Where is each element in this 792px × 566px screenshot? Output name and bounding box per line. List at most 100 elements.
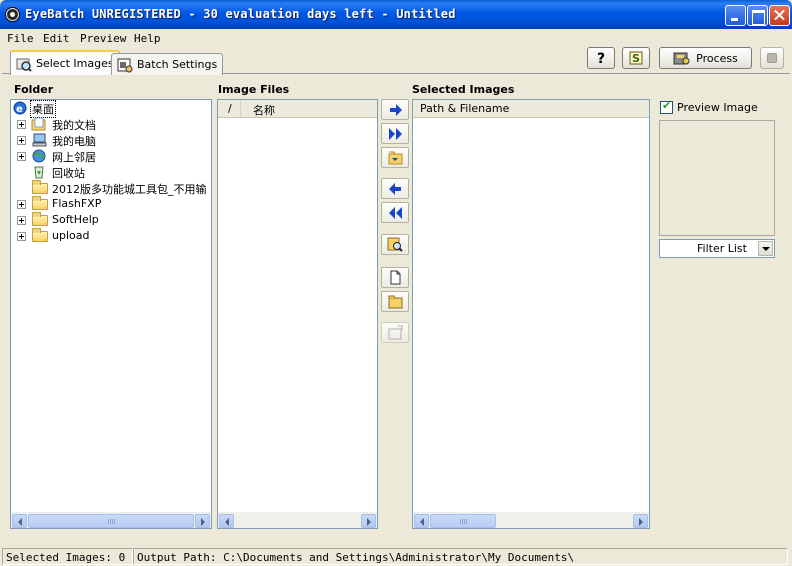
process-button[interactable]: Process — [659, 47, 752, 69]
scroll-thumb[interactable] — [430, 514, 496, 528]
folder-icon — [32, 180, 48, 194]
question-mark-icon: ? — [597, 51, 605, 66]
my-documents-icon — [31, 117, 46, 131]
tree-label-recycle-bin: 回收站 — [52, 167, 85, 180]
new-list-button[interactable] — [381, 267, 409, 288]
expand-icon[interactable] — [17, 120, 26, 129]
scroll-right-arrow-icon[interactable] — [633, 514, 648, 528]
scroll-left-arrow-icon[interactable] — [219, 514, 234, 528]
help-button[interactable]: ? — [587, 47, 615, 69]
tree-label-my-documents: 我的文档 — [52, 119, 96, 132]
tab-select-images[interactable]: Select Images — [10, 50, 120, 75]
svg-text:S: S — [632, 52, 640, 65]
scroll-left-arrow-icon[interactable] — [12, 514, 27, 528]
tree-label-flashfxp: FlashFXP — [52, 197, 102, 210]
tab-batch-settings[interactable]: Batch Settings — [111, 53, 224, 75]
app-eye-icon[interactable] — [5, 7, 20, 22]
batch-settings-icon — [117, 58, 133, 72]
folder-icon — [32, 228, 48, 242]
menu-help[interactable]: Help — [134, 32, 161, 45]
tree-item-my-documents[interactable]: 我的文档 — [11, 116, 211, 132]
close-button[interactable] — [769, 5, 790, 26]
add-all-button[interactable] — [381, 123, 409, 144]
expand-icon[interactable] — [17, 136, 26, 145]
menu-bar: File Edit Preview Help — [0, 29, 792, 47]
tree-label-toolkit-folder: 2012版多功能城工具包_不用输 — [52, 183, 207, 196]
tree-item-desktop[interactable]: e 桌面 — [11, 100, 211, 118]
tree-item-network[interactable]: 网上邻居 — [11, 148, 211, 164]
selected-images-header: Selected Images — [412, 83, 515, 96]
name-column[interactable]: 名称 — [253, 102, 275, 118]
process-icon — [673, 52, 690, 65]
tab-select-images-label: Select Images — [36, 57, 114, 70]
expand-icon[interactable] — [17, 152, 26, 161]
selected-images-list[interactable]: Path & Filename — [412, 99, 650, 529]
chevron-down-icon[interactable] — [758, 241, 773, 256]
tree-item-softhelp[interactable]: SoftHelp — [11, 212, 211, 228]
add-folder-button[interactable] — [381, 147, 409, 168]
output-path: Output Path: C:\Documents and Settings\A… — [133, 548, 788, 565]
menu-preview[interactable]: Preview — [80, 32, 126, 45]
tab-batch-settings-label: Batch Settings — [137, 58, 218, 71]
minimize-button[interactable] — [725, 5, 746, 26]
stop-button[interactable] — [760, 47, 784, 69]
status-bar: Selected Images: 0 Output Path: C:\Docum… — [0, 547, 792, 566]
tree-item-flashfxp[interactable]: FlashFXP — [11, 196, 211, 212]
preview-image-checkbox[interactable] — [660, 99, 673, 114]
folder-icon — [32, 196, 48, 210]
remove-all-button[interactable] — [381, 202, 409, 223]
expand-icon[interactable] — [17, 216, 26, 225]
image-files-header: Image Files — [218, 83, 290, 96]
maximize-button[interactable] — [747, 5, 768, 26]
tree-item-toolkit-folder[interactable]: 2012版多功能城工具包_不用输 — [11, 180, 211, 196]
add-selected-button[interactable] — [381, 99, 409, 120]
tree-item-recycle-bin[interactable]: 回收站 — [11, 164, 211, 180]
process-label: Process — [696, 51, 738, 65]
tree-label-upload: upload — [52, 229, 90, 242]
save-list-icon — [388, 325, 403, 340]
scroll-thumb[interactable] — [28, 514, 194, 528]
title-bar[interactable]: EyeBatch UNREGISTERED - 30 evaluation da… — [0, 0, 792, 29]
svg-text:?: ? — [597, 51, 605, 66]
tree-item-my-computer[interactable]: 我的电脑 — [11, 132, 211, 148]
new-list-icon — [390, 270, 401, 285]
folder-horizontal-scrollbar[interactable] — [11, 512, 211, 528]
my-computer-icon — [32, 133, 47, 147]
image-files-list[interactable]: / 名称 — [217, 99, 378, 529]
selected-images-horizontal-scrollbar[interactable] — [413, 512, 649, 528]
save-list-button[interactable] — [381, 322, 409, 343]
menu-edit[interactable]: Edit — [43, 32, 70, 45]
scroll-left-arrow-icon[interactable] — [414, 514, 429, 528]
filter-list-value: Filter List — [697, 242, 747, 255]
find-button[interactable] — [381, 234, 409, 255]
preview-image-label[interactable]: Preview Image — [677, 101, 758, 114]
script-icon: S — [629, 51, 643, 65]
selected-images-column-header[interactable]: Path & Filename — [413, 100, 649, 118]
magnifier-image-icon — [16, 58, 32, 72]
image-files-column-header[interactable]: / 名称 — [218, 100, 377, 118]
tree-label-my-computer: 我的电脑 — [52, 135, 96, 148]
remove-selected-button[interactable] — [381, 178, 409, 199]
add-folder-icon — [388, 151, 403, 165]
expand-icon[interactable] — [17, 232, 26, 241]
image-files-horizontal-scrollbar[interactable] — [218, 512, 377, 528]
expand-icon[interactable] — [17, 200, 26, 209]
preview-image-box — [659, 120, 775, 236]
network-icon — [32, 149, 46, 163]
open-list-icon — [388, 295, 403, 309]
script-button[interactable]: S — [622, 47, 650, 69]
folder-tree[interactable]: e 桌面 我的文档 我的电脑 网上邻居 回收站 2012版多功能城工具包_不用输… — [10, 99, 212, 529]
menu-file[interactable]: File — [7, 32, 34, 45]
path-filename-column[interactable]: Path & Filename — [420, 102, 509, 115]
open-list-button[interactable] — [381, 291, 409, 312]
stop-icon — [767, 53, 777, 63]
tree-item-upload[interactable]: upload — [11, 228, 211, 244]
sort-indicator: / — [228, 102, 232, 115]
window-title: EyeBatch UNREGISTERED - 30 evaluation da… — [25, 7, 456, 21]
scroll-right-arrow-icon[interactable] — [361, 514, 376, 528]
folder-header: Folder — [14, 83, 54, 96]
tree-label-desktop: 桌面 — [30, 100, 56, 118]
filter-list-dropdown[interactable]: Filter List — [659, 239, 775, 258]
desktop-icon: e — [13, 101, 27, 115]
scroll-right-arrow-icon[interactable] — [195, 514, 210, 528]
